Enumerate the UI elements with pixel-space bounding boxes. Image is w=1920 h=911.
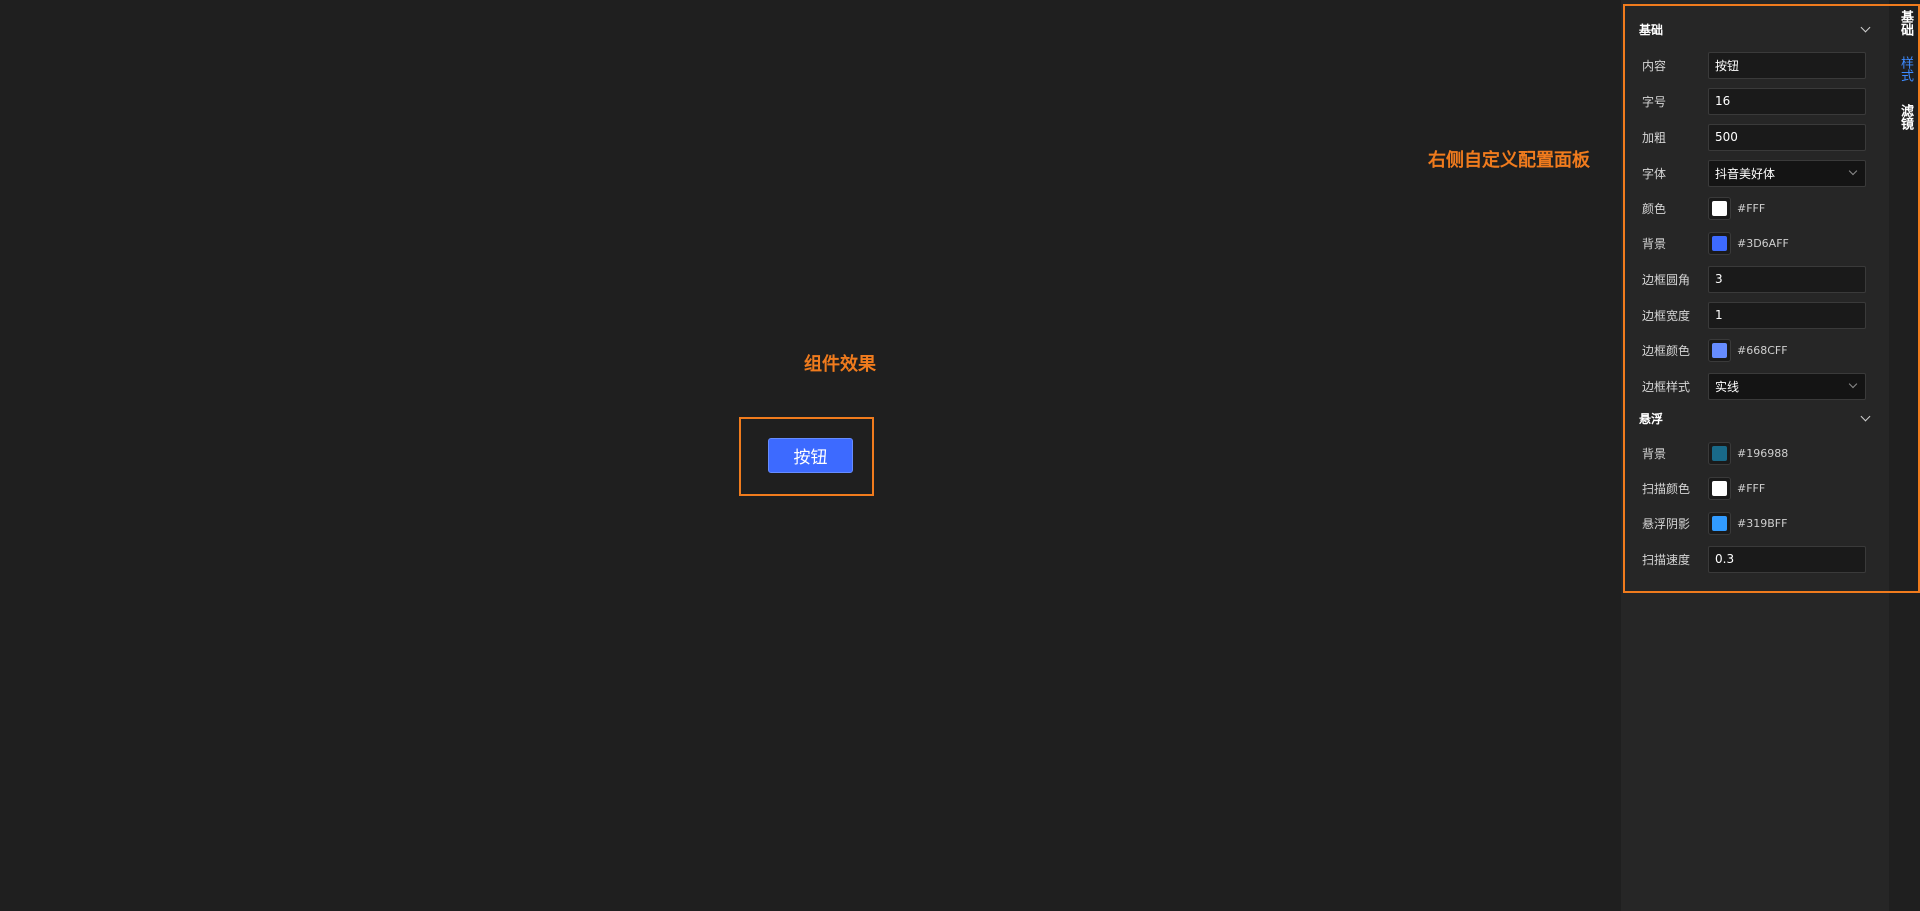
section-hover-title: 悬浮: [1639, 411, 1664, 426]
scan-speed-label: 扫描速度: [1642, 552, 1691, 567]
row-scan-color: 扫描颜色 #FFF: [1642, 474, 1866, 502]
border-color-hex: #668CFF: [1737, 343, 1788, 357]
chevron-down-icon: [1861, 24, 1871, 34]
row-weight: 加粗: [1642, 123, 1866, 151]
hover-background-swatch: [1712, 445, 1727, 461]
row-radius: 边框圆角: [1642, 265, 1866, 293]
hover-shadow-picker[interactable]: [1708, 511, 1731, 535]
border-style-select[interactable]: 实线: [1708, 372, 1866, 400]
color-label: 颜色: [1642, 201, 1667, 216]
hover-shadow-label: 悬浮阴影: [1642, 516, 1691, 531]
chevron-down-icon: [1849, 168, 1859, 178]
border-color-picker[interactable]: [1708, 338, 1731, 362]
border-width-label: 边框宽度: [1642, 308, 1691, 323]
color-swatch: [1712, 200, 1727, 216]
component-canvas: 组件效果 右侧自定义配置面板 按钮: [0, 0, 1621, 911]
tab-style[interactable]: 样式: [1893, 56, 1913, 82]
row-color: 颜色 #FFF: [1642, 194, 1866, 222]
scan-color-label: 扫描颜色: [1642, 481, 1691, 496]
section-hover-header[interactable]: 悬浮: [1639, 408, 1871, 428]
row-hover-shadow: 悬浮阴影 #319BFF: [1642, 509, 1866, 537]
content-input[interactable]: [1708, 51, 1866, 79]
border-style-label: 边框样式: [1642, 379, 1691, 394]
row-border-color: 边框颜色 #668CFF: [1642, 336, 1866, 364]
preview-button[interactable]: 按钮: [768, 438, 853, 473]
font-select-value: 抖音美好体: [1715, 166, 1776, 181]
panel-tab-strip: [1889, 0, 1920, 911]
background-hex: #3D6AFF: [1737, 236, 1789, 250]
weight-input[interactable]: [1708, 123, 1866, 151]
background-picker[interactable]: [1708, 231, 1731, 255]
fontsize-input[interactable]: [1708, 87, 1866, 115]
fontsize-label: 字号: [1642, 94, 1667, 109]
scan-color-hex: #FFF: [1737, 481, 1766, 495]
radius-label: 边框圆角: [1642, 272, 1691, 287]
effect-annotation: 组件效果: [804, 354, 876, 375]
section-basic-header[interactable]: 基础: [1639, 19, 1871, 39]
border-color-swatch: [1712, 342, 1727, 358]
tab-filter[interactable]: 滤镜: [1893, 104, 1913, 130]
border-color-label: 边框颜色: [1642, 343, 1691, 358]
background-swatch: [1712, 235, 1727, 251]
content-label: 内容: [1642, 58, 1667, 73]
row-background: 背景 #3D6AFF: [1642, 229, 1866, 257]
font-select[interactable]: 抖音美好体: [1708, 159, 1866, 187]
hover-shadow-hex: #319BFF: [1737, 516, 1788, 530]
font-label: 字体: [1642, 166, 1667, 181]
color-hex: #FFF: [1737, 201, 1766, 215]
scan-color-picker[interactable]: [1708, 476, 1731, 500]
panel-annotation: 右侧自定义配置面板: [1428, 150, 1590, 171]
hover-shadow-swatch: [1712, 515, 1727, 531]
row-content: 内容: [1642, 51, 1866, 79]
hover-background-hex: #196988: [1737, 446, 1789, 460]
row-fontsize: 字号: [1642, 87, 1866, 115]
tab-basic[interactable]: 基础: [1893, 10, 1913, 36]
section-basic-title: 基础: [1639, 22, 1664, 37]
row-border-style: 边框样式 实线: [1642, 372, 1866, 400]
border-width-input[interactable]: [1708, 301, 1866, 329]
chevron-down-icon: [1861, 413, 1871, 423]
scan-color-swatch: [1712, 480, 1727, 496]
chevron-down-icon: [1849, 381, 1859, 391]
row-scan-speed: 扫描速度: [1642, 545, 1866, 573]
radius-input[interactable]: [1708, 265, 1866, 293]
hover-background-picker[interactable]: [1708, 441, 1731, 465]
color-picker[interactable]: [1708, 196, 1731, 220]
weight-label: 加粗: [1642, 130, 1667, 145]
row-border-width: 边框宽度: [1642, 301, 1866, 329]
scan-speed-input[interactable]: [1708, 545, 1866, 573]
row-hover-background: 背景 #196988: [1642, 439, 1866, 467]
row-font: 字体 抖音美好体: [1642, 159, 1866, 187]
border-style-value: 实线: [1715, 379, 1740, 394]
hover-background-label: 背景: [1642, 446, 1667, 461]
background-label: 背景: [1642, 236, 1667, 251]
